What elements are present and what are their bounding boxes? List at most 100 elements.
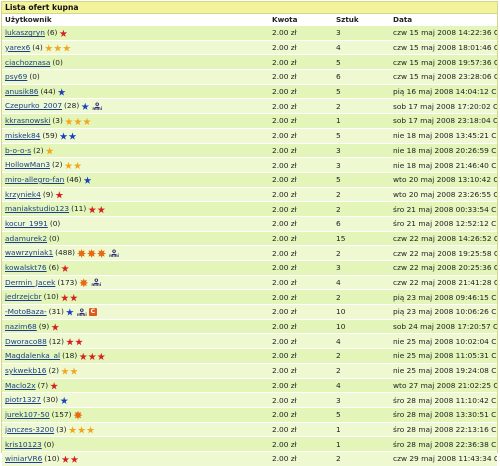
feedback-count: (2) [48,365,59,375]
mini-badge-label: mini [92,106,103,112]
rating-icons: o mini [81,102,104,112]
quantity-cell: 2 [333,450,390,466]
red-star-icon [97,352,106,360]
quantity-cell: 2 [333,289,390,305]
user-login-link[interactable]: HollowMan3 [5,160,50,169]
user-login-link[interactable]: jurek107-50 [5,410,50,419]
user-login-link[interactable]: -MotoBaza- [5,307,47,316]
red-star-icon [69,293,78,302]
user-login-link[interactable]: kris10123 [5,440,42,449]
table-row: anusik86 (44) 2.00 zł 5 pią 16 maj 2008 14:0… [2,83,497,99]
user-login-link[interactable]: sykwekb16 [5,366,46,375]
feedback-count: (12) [48,336,64,346]
user-login-link[interactable]: kkrasnowski [5,116,50,125]
user-login-link[interactable]: b-o-o-s [5,146,31,155]
feedback-count: (3) [52,116,63,126]
date-cell: nie 25 maj 2008 11:05:31 CEST [390,348,497,364]
rating-icons [51,322,60,331]
date-cell: czw 22 maj 2008 21:41:28 CEST [390,274,497,290]
user-login-link[interactable]: miro-allegro-fan [5,175,64,184]
table-row: b-o-o-s (2) 2.00 zł 3 nie 18 maj 2008 20:26:… [2,142,497,158]
feedback-count: (30) [43,395,59,405]
user-login-link[interactable]: Dworaco88 [5,337,47,346]
table-row: maniakstudio123 (11) 2.00 zł 2 śro 21 maj 20… [2,201,497,217]
amount-cell: 2.00 zł [269,201,333,217]
table-row: krzyniek4 (9) 2.00 zł 2 wto 20 maj 2008 23:2… [2,186,497,202]
column-header-kwota: Kwota [269,14,333,26]
date-cell: nie 25 maj 2008 19:24:08 CEST [390,362,497,378]
user-cell: kocur_1991 (0) [2,215,269,232]
yellow-star-icon [83,117,91,125]
yellow-star-icon [65,117,73,125]
amount-cell: 2.00 zł [269,25,333,41]
user-cell: Czepurko_2007 (28) o mini [2,98,269,114]
rating-icons [68,425,96,434]
user-cell: nazim68 (9) [2,318,269,334]
user-login-link[interactable]: winiarVR6 [5,454,42,463]
date-cell: czw 15 maj 2008 23:28:06 CEST [390,69,497,85]
rating-icons [73,410,84,420]
rating-icons: o mini C [66,307,97,317]
user-login-link[interactable]: Czepurko_2007 [5,101,62,110]
offers-table-body: lukaszgryn (6) 2.00 zł 3 czw 15 maj 2008 14:… [2,25,497,466]
user-login-link[interactable]: maniakstudio123 [5,204,69,213]
rating-icons [60,396,69,405]
user-login-link[interactable]: kowalskt76 [5,263,47,272]
user-login-link[interactable]: lukaszgryn [5,28,45,37]
table-row: adamurek2 (0) 2.00 zł 15 czw 22 maj 2008 14:… [2,230,497,246]
mini-badge-icon[interactable]: o mini [75,307,89,317]
user-login-link[interactable]: anusik86 [5,87,39,96]
user-login-link[interactable]: janczes-3200 [5,425,54,434]
user-login-link[interactable]: nazim68 [5,322,37,331]
feedback-count: (9) [38,321,50,331]
amount-cell: 2.00 zł [269,304,333,320]
user-login-link[interactable]: Maclo2x [5,381,36,390]
amount-cell: 2.00 zł [269,289,333,305]
mini-badge-icon[interactable]: o mini [107,249,121,258]
quantity-cell: 3 [333,392,390,408]
date-cell: wto 27 maj 2008 21:02:25 CEST [390,377,497,393]
user-login-link[interactable]: yarex6 [5,43,30,52]
user-cell: -MotoBaza- (31) o mini C [2,304,269,320]
user-login-link[interactable]: wawrzyniak1 [5,248,53,257]
quantity-cell: 3 [333,142,390,158]
company-badge-icon[interactable]: C [88,308,97,317]
quantity-cell: 2 [333,245,390,261]
table-row: psy69 (0) 2.00 zł 6 czw 15 maj 2008 23:28:06… [2,69,497,85]
user-login-link[interactable]: kocur_1991 [5,219,48,228]
mini-badge-icon[interactable]: o mini [90,102,104,111]
user-cell: anusik86 (44) [2,83,269,99]
user-login-link[interactable]: Dermin_Jacek [5,278,55,287]
yellow-star-icon [45,147,54,155]
quantity-cell: 1 [333,436,390,452]
quantity-cell: 15 [333,230,390,246]
user-cell: krzyniek4 (9) [2,186,269,202]
rating-icons [61,366,79,375]
date-cell: wto 20 maj 2008 13:10:42 CEST [390,171,497,188]
feedback-count: (9) [42,189,54,199]
quantity-cell: 5 [333,406,390,423]
feedback-count: (46) [66,174,82,184]
mini-badge-label: mini [109,253,119,259]
user-login-link[interactable]: miskek84 [5,131,40,140]
feedback-count: (2) [52,160,63,170]
user-login-link[interactable]: jedrzejcbr [5,292,42,301]
feedback-count: (11) [71,204,87,214]
user-login-link[interactable]: krzyniek4 [5,190,41,199]
user-login-link[interactable]: psy69 [5,72,27,81]
user-login-link[interactable]: ciachoznasa [5,58,50,67]
amount-cell: 2.00 zł [269,39,333,55]
table-row: miskek84 (59) 2.00 zł 5 nie 18 maj 2008 13:4… [2,127,497,143]
yellow-star-icon [73,161,82,170]
date-cell: sob 17 maj 2008 17:20:02 CEST [390,98,497,114]
user-login-link[interactable]: adamurek2 [5,234,47,243]
date-cell: czw 15 maj 2008 14:22:36 CEST [390,25,497,41]
table-row: piotr1327 (30) 2.00 zł 3 śro 28 maj 2008 11:… [2,392,497,408]
user-login-link[interactable]: piotr1327 [5,395,41,404]
quantity-cell: 3 [333,157,390,173]
user-cell: Maclo2x (7) [2,377,269,393]
red-star-icon [50,382,58,390]
user-login-link[interactable]: Magdalenka_al [5,351,60,360]
mini-badge-icon[interactable]: o mini [89,278,103,287]
rating-icons [61,455,79,464]
